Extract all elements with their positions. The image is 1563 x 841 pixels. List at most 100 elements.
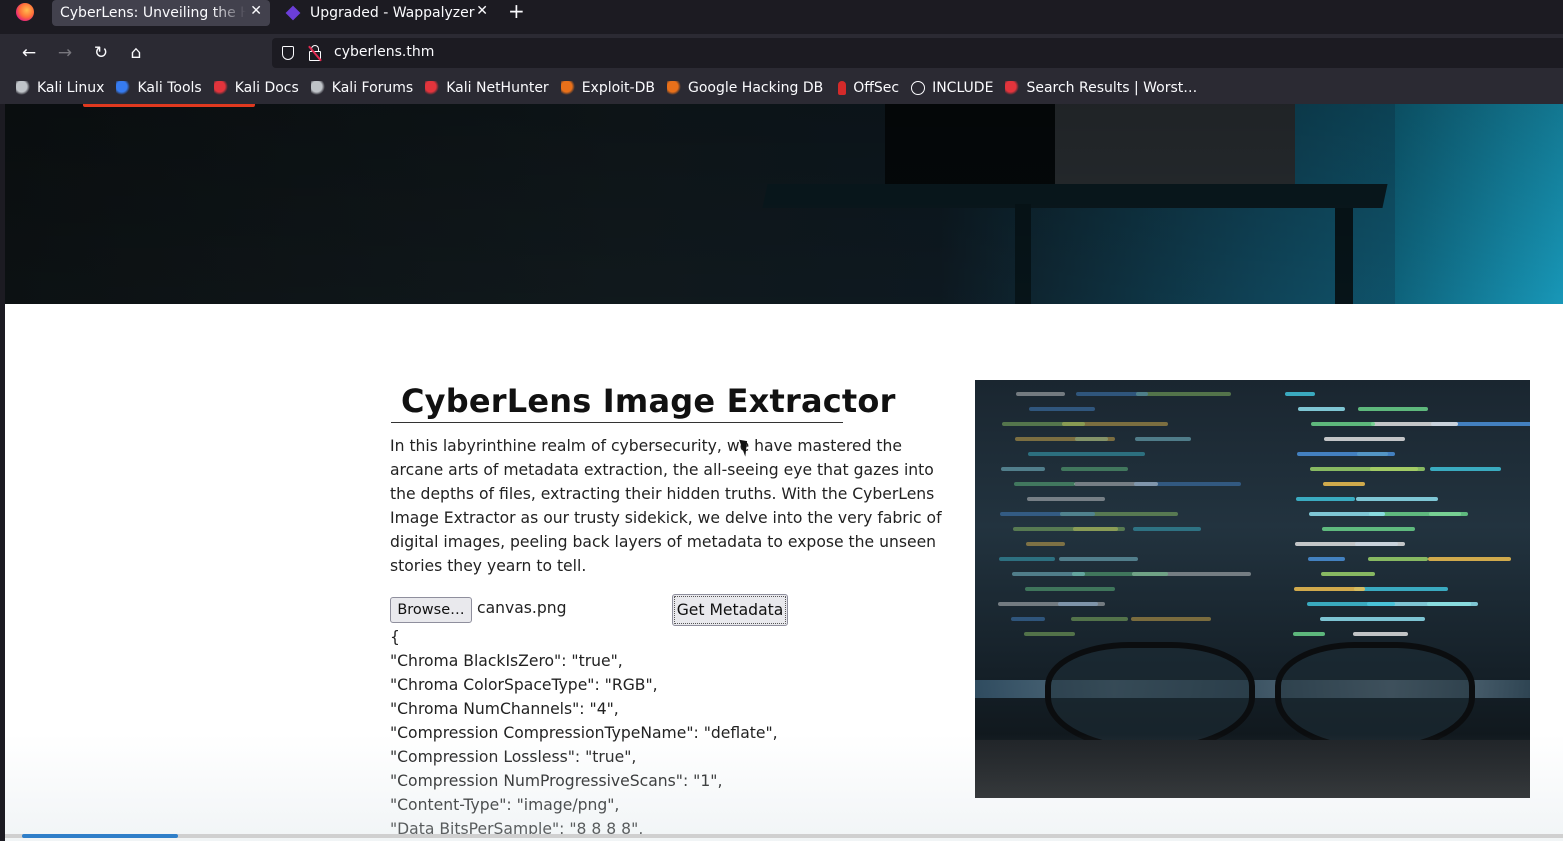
horizontal-scrollbar-track[interactable] [5, 834, 1563, 838]
code-line-decoration [1309, 512, 1385, 516]
code-line-decoration [1072, 572, 1168, 576]
code-line-decoration [1061, 467, 1128, 471]
code-line-decoration [1308, 557, 1345, 561]
code-line-decoration [1014, 482, 1075, 486]
bookmark-label: Kali Forums [331, 80, 414, 96]
bookmark-item[interactable]: Kali NetHunter [425, 80, 549, 96]
bookmark-item[interactable]: INCLUDE [911, 80, 993, 96]
home-button[interactable]: ⌂ [125, 42, 147, 64]
code-line-decoration [1131, 617, 1211, 621]
metadata-line: "Compression NumProgressiveScans": "1", [390, 772, 723, 790]
bookmark-item[interactable]: Kali Docs [213, 80, 299, 96]
code-line-decoration [1322, 527, 1415, 531]
tab-title: Upgraded - Wappalyzer [310, 5, 475, 21]
code-line-decoration [1321, 572, 1375, 576]
reload-button[interactable]: ↻ [90, 42, 112, 64]
search-results-icon [1005, 81, 1020, 95]
firefox-logo-icon[interactable] [16, 3, 34, 21]
bookmark-item[interactable]: Kali Tools [116, 80, 202, 96]
code-line-decoration [1024, 632, 1075, 636]
glasses-lens-right [1275, 642, 1475, 752]
tab-title: CyberLens: Unveiling the Hidden Matrix [60, 5, 246, 21]
bookmark-label: INCLUDE [932, 80, 994, 96]
glasses-lens-left [1045, 642, 1255, 752]
code-line-decoration [1294, 587, 1365, 591]
desk-surface [975, 740, 1530, 798]
bookmark-item[interactable]: OffSec [835, 80, 899, 96]
code-line-decoration [1430, 467, 1501, 471]
code-line-decoration [1307, 602, 1395, 606]
metadata-line: { [390, 628, 400, 646]
horizontal-scrollbar-thumb[interactable] [22, 834, 178, 838]
bookmark-item[interactable]: Kali Forums [310, 80, 414, 96]
address-bar[interactable]: cyberlens.thm [272, 38, 1563, 68]
forward-button[interactable]: → [54, 42, 76, 64]
hero-red-accent [83, 104, 255, 107]
code-line-decoration [1324, 437, 1405, 441]
metadata-line: "Chroma NumChannels": "4", [390, 700, 619, 718]
hero-banner-image [5, 104, 1563, 304]
code-line-decoration [1135, 437, 1191, 441]
bookmark-label: Exploit-DB [581, 80, 655, 96]
selected-file-name: canvas.png [477, 599, 567, 617]
exploit-db-icon [560, 81, 575, 95]
metadata-line: "Compression Lossless": "true", [390, 748, 637, 766]
hero-overlay [5, 104, 1563, 304]
code-line-decoration [1011, 617, 1045, 621]
metadata-line: "Chroma BlackIsZero": "true", [390, 652, 623, 670]
code-line-decoration [1076, 392, 1148, 396]
bookmark-item[interactable]: Kali Linux [16, 80, 104, 96]
code-line-decoration [1310, 467, 1425, 471]
bookmark-item[interactable]: Search Results | Worst… [1005, 80, 1197, 96]
kali-tools-icon [116, 81, 131, 95]
kali-docs-icon [213, 81, 228, 95]
code-line-decoration [1001, 467, 1045, 471]
metadata-line: "Compression CompressionTypeName": "defl… [390, 724, 778, 742]
tab-close-icon[interactable]: ✕ [250, 3, 262, 19]
code-screen-glasses-image [975, 380, 1530, 798]
code-line-decoration [1354, 587, 1448, 591]
code-line-decoration [1353, 632, 1408, 636]
code-line-decoration [1000, 512, 1095, 516]
code-line-decoration [1368, 557, 1428, 561]
get-metadata-button[interactable]: Get Metadata [672, 594, 788, 626]
page-title: CyberLens Image Extractor [391, 382, 895, 423]
bookmark-item[interactable]: Exploit-DB [560, 80, 655, 96]
code-line-decoration [1297, 452, 1395, 456]
bookmark-label: Kali Linux [37, 80, 105, 96]
bookmark-label: Kali Tools [137, 80, 202, 96]
code-line-decoration [1311, 422, 1375, 426]
bookmark-label: Search Results | Worst… [1026, 80, 1198, 96]
back-button[interactable]: ← [18, 42, 40, 64]
code-line-decoration [1015, 437, 1115, 441]
browse-file-button[interactable]: Browse… [390, 597, 472, 623]
tab-cyberlens[interactable]: CyberLens: Unveiling the Hidden Matrix ✕ [52, 0, 270, 26]
tab-strip: CyberLens: Unveiling the Hidden Matrix ✕… [0, 0, 1563, 34]
code-line-decoration [1295, 542, 1405, 546]
tracking-protection-shield-icon[interactable] [282, 46, 294, 60]
code-line-decoration [1136, 392, 1231, 396]
url-text[interactable]: cyberlens.thm [334, 44, 434, 60]
bookmarks-toolbar: Kali Linux Kali Tools Kali Docs Kali Forums… [0, 72, 1563, 104]
bookmark-label: Kali Docs [234, 80, 299, 96]
code-line-decoration [1028, 452, 1145, 456]
code-line-decoration [1371, 422, 1458, 426]
code-line-decoration [1059, 557, 1138, 561]
bookmark-item[interactable]: Google Hacking DB [666, 80, 824, 96]
code-line-decoration [1071, 617, 1128, 621]
code-line-decoration [1358, 407, 1428, 411]
tab-wappalyzer[interactable]: Upgraded - Wappalyzer ✕ [282, 0, 496, 26]
code-line-decoration [1293, 632, 1325, 636]
bookmark-label: OffSec [853, 80, 900, 96]
new-tab-button[interactable]: + [508, 0, 525, 22]
bookmark-label: Google Hacking DB [687, 80, 824, 96]
metadata-line: "Content-Type": "image/png", [390, 796, 620, 814]
tab-close-icon[interactable]: ✕ [476, 3, 488, 19]
code-line-decoration [1285, 392, 1315, 396]
code-line-decoration [1356, 497, 1438, 501]
offsec-icon [838, 81, 847, 95]
code-line-decoration [998, 602, 1105, 606]
code-line-decoration [1296, 497, 1355, 501]
code-line-decoration [1002, 422, 1085, 426]
kali-forums-icon [310, 81, 325, 95]
